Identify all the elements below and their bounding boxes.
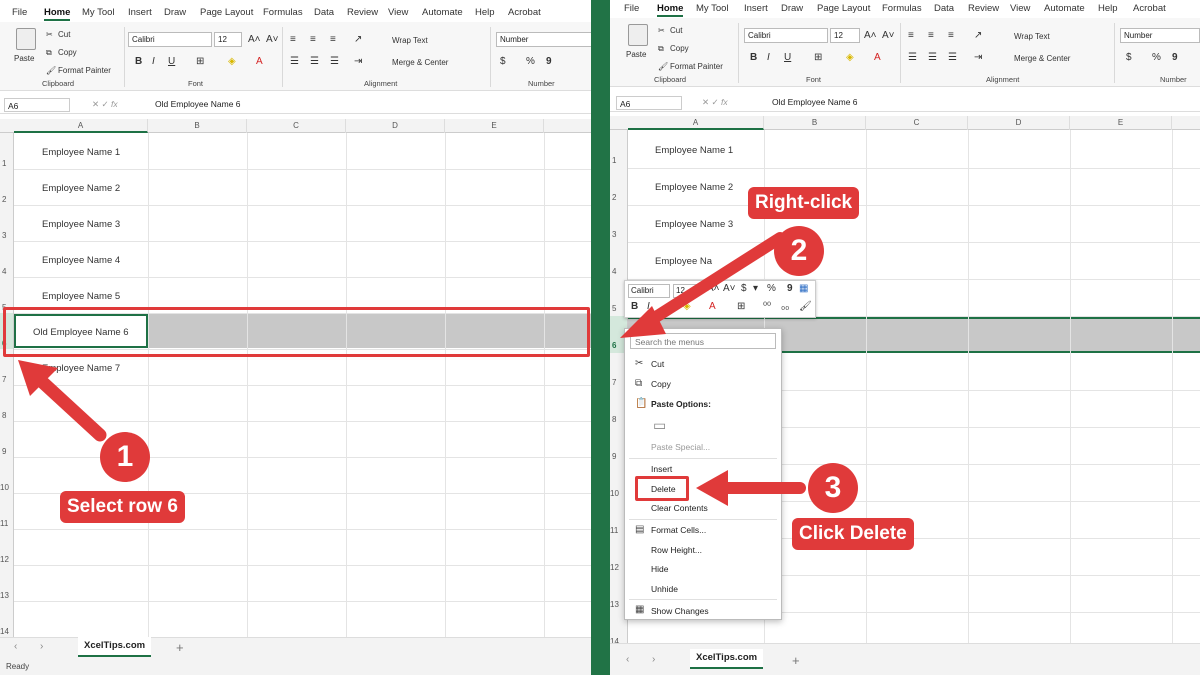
step-3-label: Click Delete (792, 518, 914, 550)
step-3-badge: 3 (808, 463, 858, 513)
step-1-badge: 1 (100, 432, 150, 482)
step-2-label: Right-click (748, 187, 860, 219)
right-excel-window: File Home My Tool Insert Draw Page Layou… (610, 0, 1200, 675)
step-2-badge: 2 (774, 226, 824, 276)
left-excel-window: File Home My Tool Insert Draw Page Layou… (0, 0, 591, 675)
step-1-label: Select row 6 (60, 491, 185, 523)
arrows-icon (620, 232, 806, 506)
arrow-1-icon (18, 360, 107, 442)
